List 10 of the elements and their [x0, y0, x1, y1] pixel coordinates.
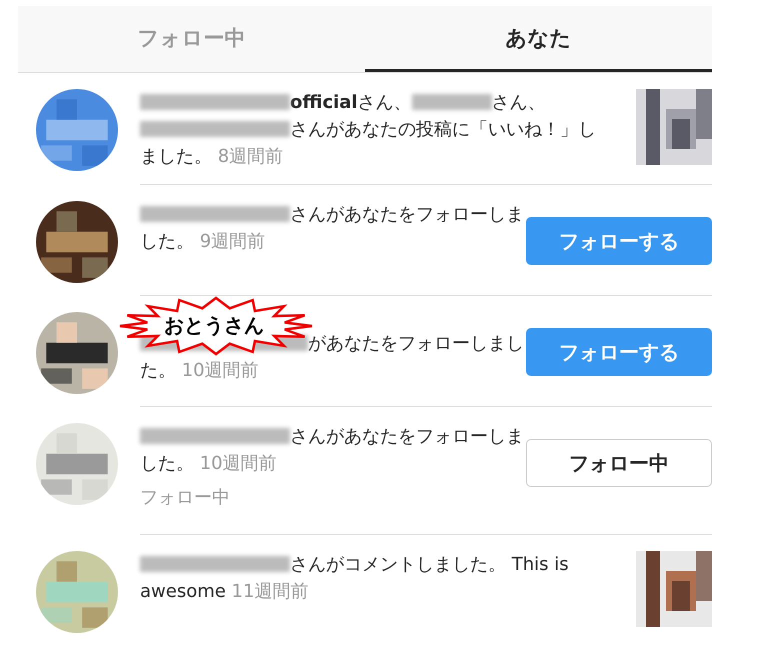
follow-button[interactable]: フォローする	[526, 328, 712, 376]
notification-text: さんがあなたをフォローしました。 10週間前	[140, 425, 525, 476]
notification-text: さんがコメントしました。 This is awesome 11週間前	[140, 553, 570, 604]
following-button[interactable]: フォロー中	[526, 439, 712, 487]
tab[interactable]: あなた	[365, 6, 712, 72]
notification-text: さんがあなたをフォローしました。 9週間前	[140, 203, 525, 254]
follow-button[interactable]: フォローする	[526, 217, 712, 265]
notification-text: officialさん、 さん、 さんがあなたの投稿に「いいね！」しました。 8週間前	[140, 91, 597, 169]
tab[interactable]: フォロー中	[18, 6, 365, 72]
status-label: フォロー中	[140, 486, 231, 509]
